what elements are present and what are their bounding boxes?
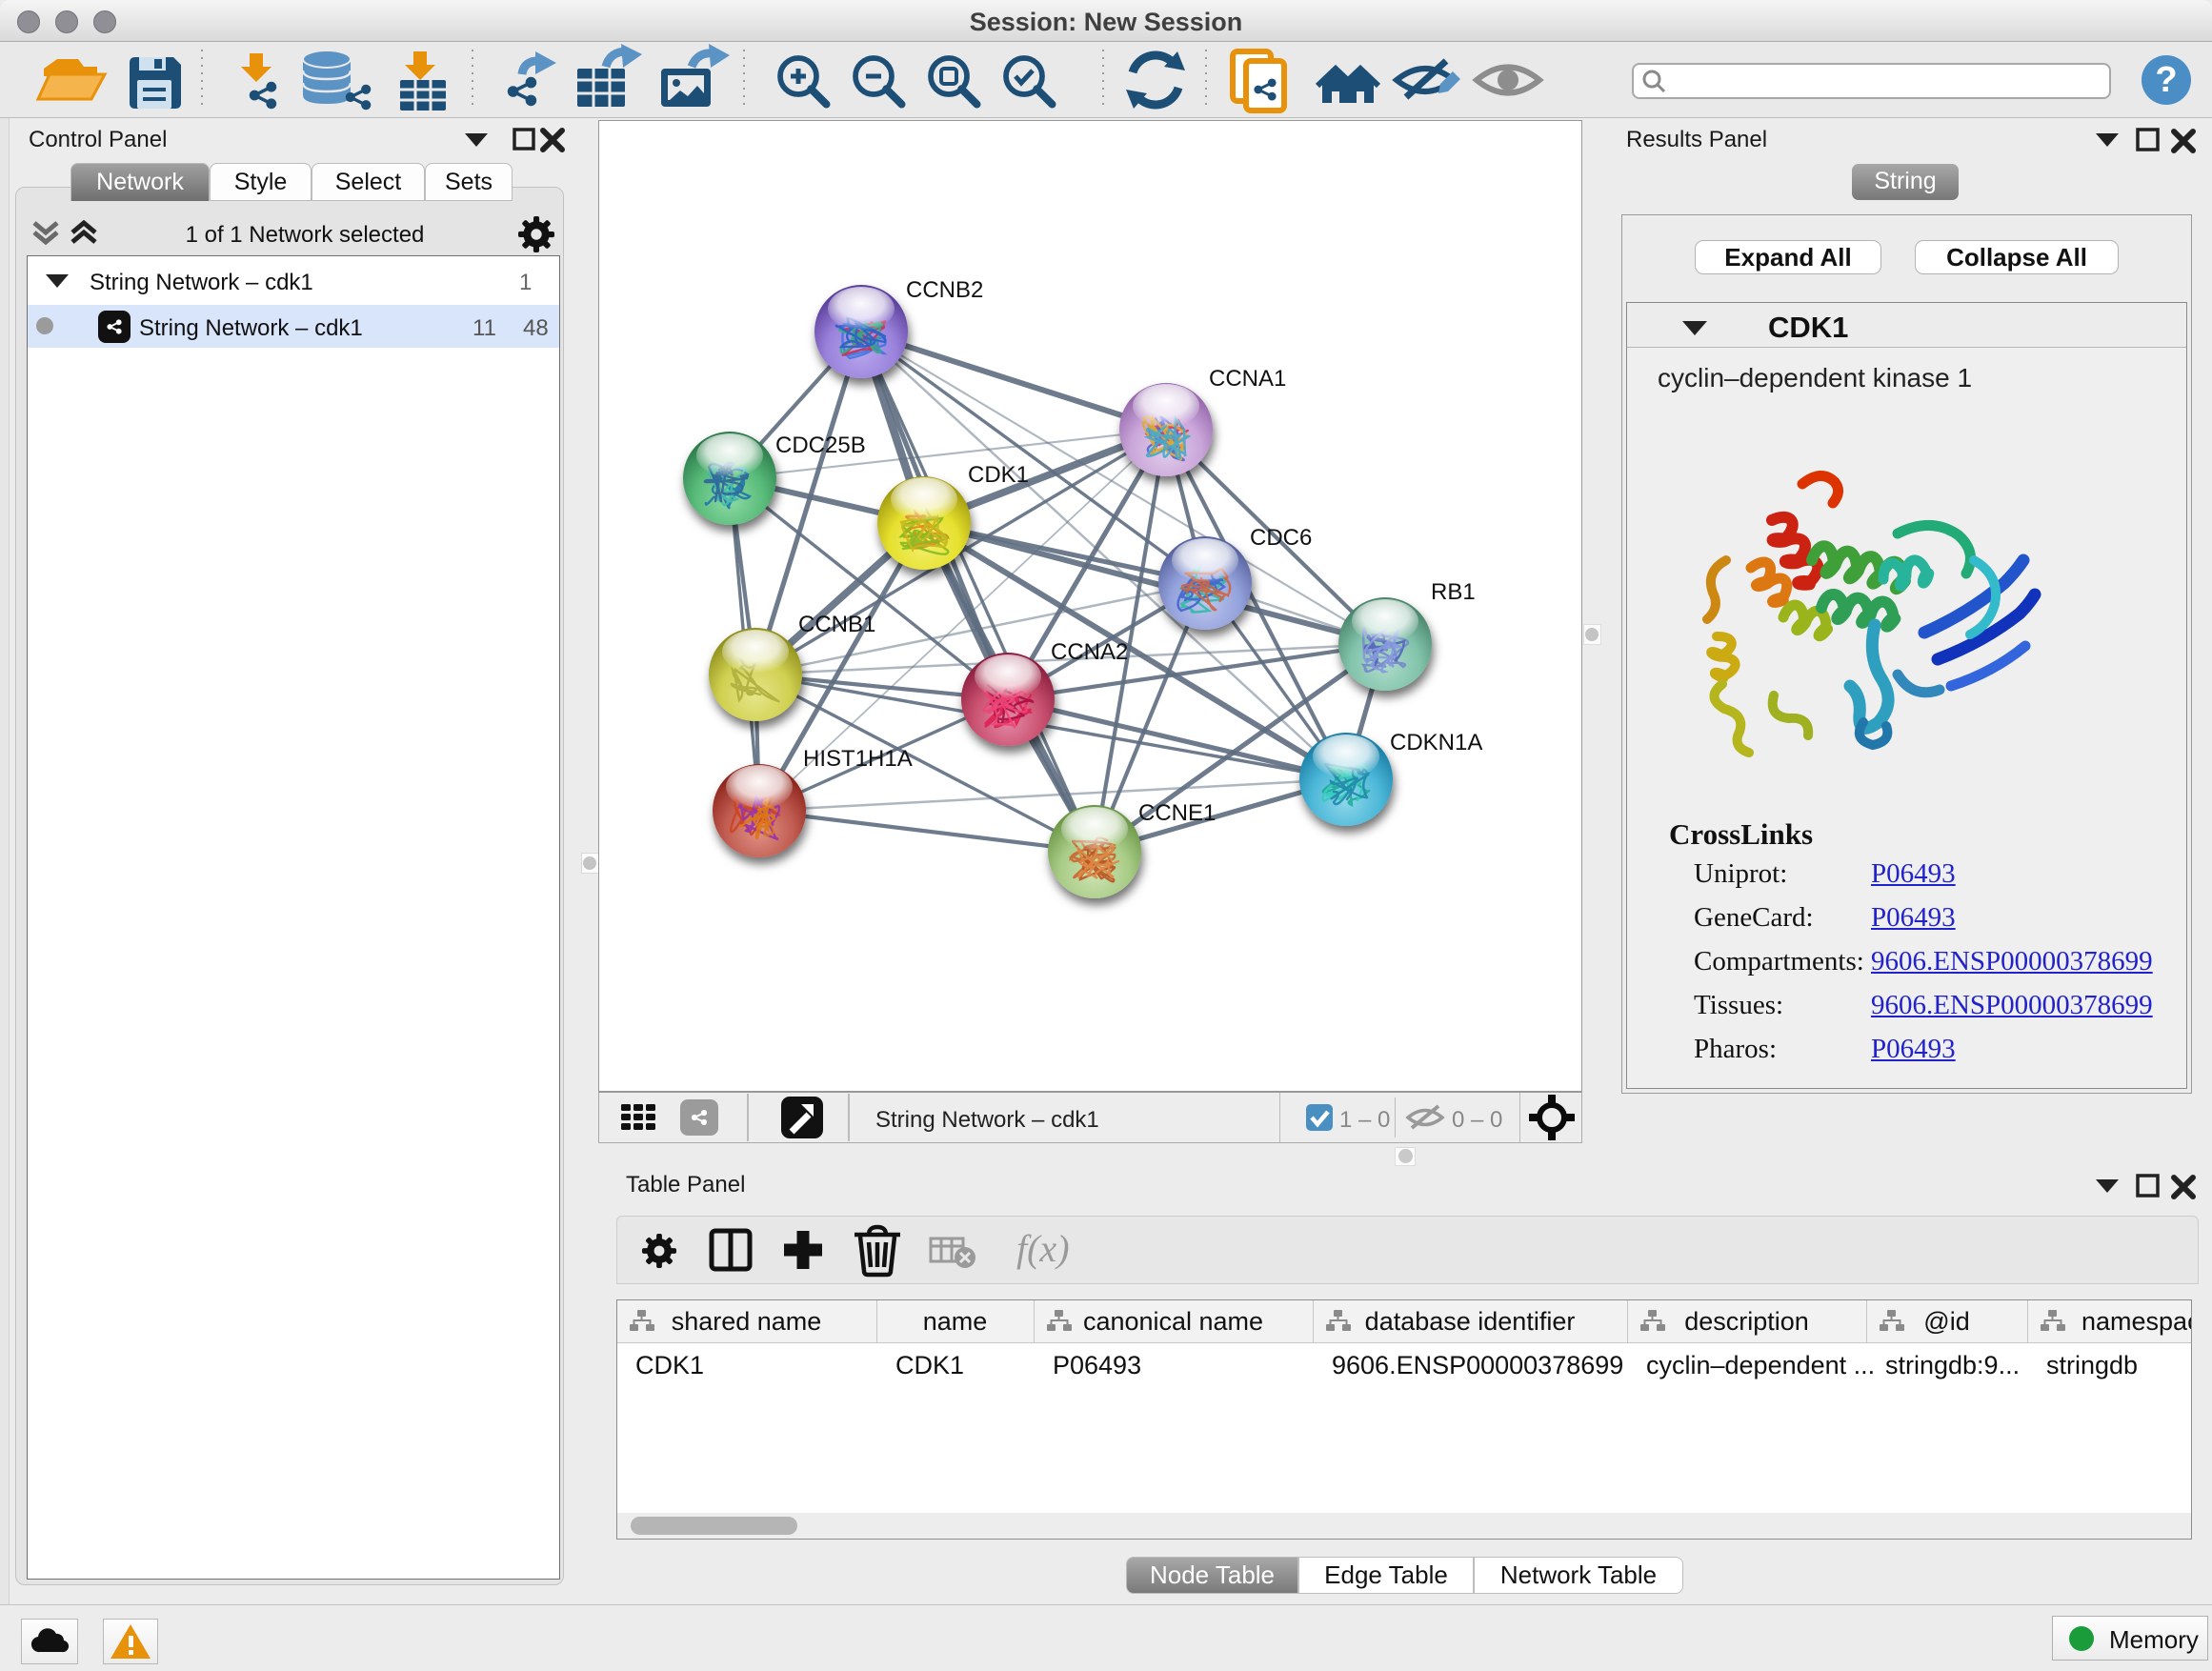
svg-text:f(x): f(x) [1016,1227,1070,1270]
